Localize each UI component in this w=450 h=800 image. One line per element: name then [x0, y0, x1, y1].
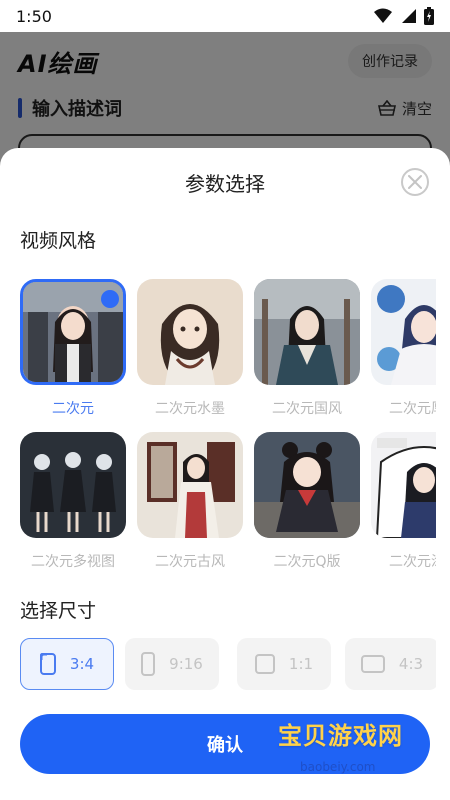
portrait-frame-icon — [39, 653, 56, 675]
style-label: 二次元国风 — [272, 401, 342, 417]
size-option-1-1[interactable]: 1:1 — [237, 638, 331, 690]
size-options: 3:4 9:16 1:1 4:3 — [20, 638, 436, 690]
style-thumbnail — [254, 432, 360, 538]
style-label: 二次元Q版 — [273, 554, 341, 570]
landscape-frame-icon — [360, 655, 385, 673]
style-label: 二次元水墨 — [155, 401, 225, 417]
size-option-4-3[interactable]: 4:3 — [345, 638, 436, 690]
style-thumbnail — [137, 432, 243, 538]
battery-icon — [424, 7, 434, 25]
close-button[interactable] — [401, 168, 429, 196]
style-thumbnail — [20, 432, 126, 538]
parameter-sheet: 参数选择 视频风格 二次元 二次元水墨 二次元国风 二次元 二次元多视图 二次元… — [0, 148, 450, 800]
style-option-shuimo[interactable]: 二次元水墨 — [137, 279, 243, 418]
sheet-title: 参数选择 — [185, 172, 265, 196]
style-thumbnail — [254, 279, 360, 385]
status-bar: 1:50 — [0, 0, 450, 32]
close-icon — [408, 175, 422, 189]
selected-indicator — [101, 290, 119, 308]
style-label: 二次元涂鸦 — [389, 554, 436, 570]
size-label: 9:16 — [169, 655, 203, 673]
signal-icon — [402, 9, 416, 23]
wifi-icon — [374, 8, 392, 23]
style-thumbnail — [20, 279, 126, 385]
style-label: 二次元古风 — [155, 554, 225, 570]
status-time: 1:50 — [16, 6, 52, 26]
style-option-duoshitu[interactable]: 二次元多视图 — [20, 432, 126, 571]
watermark: 宝贝游戏网 baobeiy.com — [272, 716, 422, 782]
size-label: 4:3 — [398, 655, 424, 673]
style-thumbnail — [137, 279, 243, 385]
size-section-title: 选择尺寸 — [20, 600, 97, 622]
style-option-houtu[interactable]: 二次元厚涂 — [371, 279, 436, 418]
status-icons — [374, 7, 434, 25]
size-label: 1:1 — [288, 655, 314, 673]
style-option-gufeng[interactable]: 二次元古风 — [137, 432, 243, 571]
size-option-3-4[interactable]: 3:4 — [20, 638, 114, 690]
size-option-9-16[interactable]: 9:16 — [125, 638, 219, 690]
style-thumbnail — [371, 279, 436, 385]
style-option-guofeng[interactable]: 二次元国风 — [254, 279, 360, 418]
style-label: 二次元厚涂 — [389, 401, 436, 417]
style-label: 二次元多视图 — [31, 554, 115, 570]
watermark-url: baobeiy.com — [300, 760, 376, 774]
style-section-title: 视频风格 — [20, 230, 97, 252]
style-thumbnail — [371, 432, 436, 538]
size-label: 3:4 — [69, 655, 95, 673]
square-frame-icon — [254, 654, 275, 674]
style-grid: 二次元 二次元水墨 二次元国风 二次元厚涂 二次元多视图 — [20, 279, 436, 579]
watermark-text: 宝贝游戏网 — [278, 722, 403, 750]
style-option-qban[interactable]: 二次元Q版 — [254, 432, 360, 571]
style-option-erciyuan[interactable]: 二次元 — [20, 279, 126, 418]
style-label: 二次元 — [52, 401, 94, 417]
tall-frame-icon — [141, 652, 156, 676]
style-option-tuya[interactable]: 二次元涂鸦 — [371, 432, 436, 571]
